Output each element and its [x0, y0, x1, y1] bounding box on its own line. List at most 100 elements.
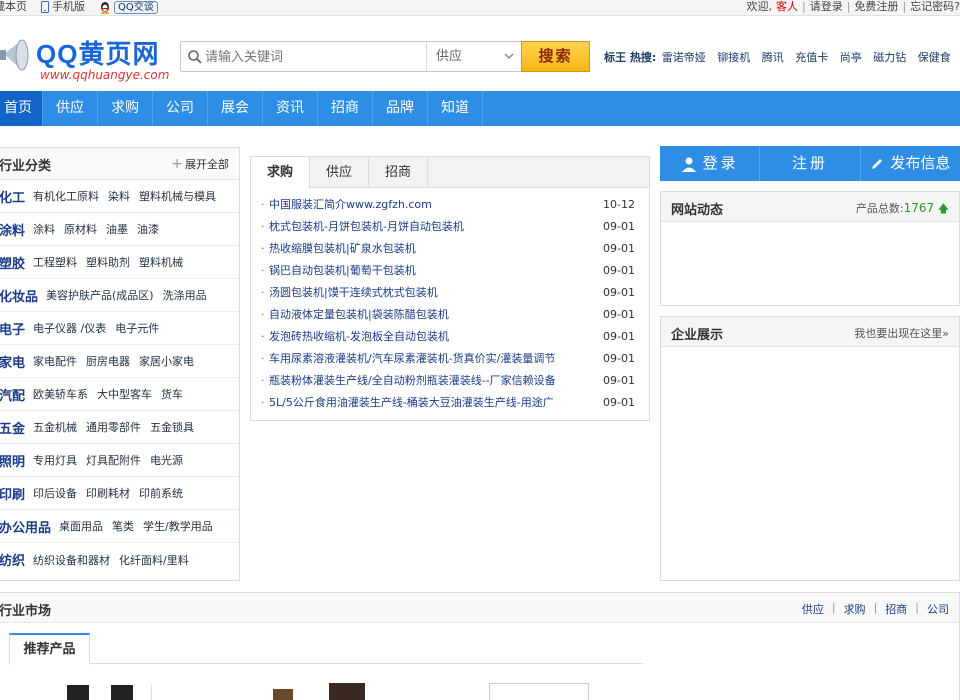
expand-all-button[interactable]: + 展开全部: [171, 156, 229, 172]
category-sub-link[interactable]: 厨房电器: [86, 353, 130, 369]
product-thumbnail[interactable]: [67, 685, 89, 700]
category-main-link[interactable]: 化妆品: [0, 286, 38, 305]
category-sub-link[interactable]: 电子仪器 /仪表: [33, 320, 106, 336]
forgot-password-link[interactable]: 忘记密码?: [910, 0, 960, 14]
tab-purchase[interactable]: 求购: [251, 157, 310, 189]
nav-investment[interactable]: 招商: [318, 91, 373, 126]
category-sub-link[interactable]: 通用零部件: [86, 419, 141, 435]
category-main-link[interactable]: 纺织: [0, 550, 25, 569]
category-sub-link[interactable]: 塑料机械与模具: [139, 188, 216, 204]
nav-supply[interactable]: 供应: [43, 91, 98, 126]
product-thumbnail[interactable]: [111, 685, 133, 700]
category-sub-link[interactable]: 家居小家电: [139, 353, 194, 369]
listing-link[interactable]: 中国服装汇简介www.zgfzh.com: [269, 194, 587, 216]
listing-link[interactable]: 汤圆包装机|馍干连续式枕式包装机: [269, 282, 587, 304]
hot-item[interactable]: 尚亭: [840, 51, 862, 64]
hot-item[interactable]: 腾讯: [762, 51, 784, 64]
category-main-link[interactable]: 家电: [0, 352, 25, 371]
category-main-link[interactable]: 塑胶: [0, 253, 25, 272]
hot-item[interactable]: 铆接机: [717, 51, 750, 64]
nav-purchase[interactable]: 求购: [98, 91, 153, 126]
nav-news[interactable]: 资讯: [263, 91, 318, 126]
category-sub-link[interactable]: 有机化工原料: [33, 188, 99, 204]
category-main-link[interactable]: 化工: [0, 187, 25, 206]
category-sub-link[interactable]: 美容护肤产品(成品区): [46, 287, 154, 303]
category-sub-link[interactable]: 纺织设备和器材: [33, 552, 110, 568]
listing-link[interactable]: 枕式包装机-月饼包装机-月饼自动包装机: [269, 216, 587, 238]
tab-recommended-products[interactable]: 推荐产品: [9, 633, 90, 665]
category-sub-link[interactable]: 油漆: [137, 221, 159, 237]
category-sub-link[interactable]: 笔类: [112, 518, 134, 534]
market-link-investment[interactable]: 招商: [885, 601, 907, 617]
login-link[interactable]: 请登录: [810, 0, 843, 14]
market-link-purchase[interactable]: 求购: [844, 601, 866, 617]
category-sub-link[interactable]: 家电配件: [33, 353, 77, 369]
category-sub-link[interactable]: 染料: [108, 188, 130, 204]
category-main-link[interactable]: 涂料: [0, 220, 25, 239]
category-main-link[interactable]: 汽配: [0, 385, 25, 404]
category-sub-link[interactable]: 塑料助剂: [86, 254, 130, 270]
publish-button[interactable]: 发布信息: [861, 146, 960, 181]
search-input[interactable]: [205, 46, 420, 68]
product-thumbnail[interactable]: [489, 683, 589, 700]
market-link-company[interactable]: 公司: [927, 601, 949, 617]
category-main-link[interactable]: 照明: [0, 451, 25, 470]
site-logo[interactable]: QQ黄页网 www.qqhuangye.com: [0, 28, 180, 88]
nav-exhibition[interactable]: 展会: [208, 91, 263, 126]
hot-item[interactable]: 充值卡: [795, 51, 828, 64]
category-sub-link[interactable]: 五金机械: [33, 419, 77, 435]
category-sub-link[interactable]: 印前系统: [139, 485, 183, 501]
listing-link[interactable]: 热收缩膜包装机|矿泉水包装机: [269, 238, 587, 260]
guest-link[interactable]: 客人: [776, 0, 798, 14]
mobile-link[interactable]: 手机版: [41, 0, 85, 14]
bookmark-link[interactable]: 藏本页: [0, 0, 27, 14]
category-sub-link[interactable]: 洗涤用品: [163, 287, 207, 303]
category-sub-link[interactable]: 五金锁具: [150, 419, 194, 435]
category-main-link[interactable]: 办公用品: [0, 517, 51, 536]
category-sub-link[interactable]: 专用灯具: [33, 452, 77, 468]
category-sub-link[interactable]: 欧美轿车系: [33, 386, 88, 402]
listing-link[interactable]: 发泡砖热收缩机-发泡板全自动包装机: [269, 326, 587, 348]
category-sub-link[interactable]: 印后设备: [33, 485, 77, 501]
category-main-link[interactable]: 五金: [0, 418, 25, 437]
register-link[interactable]: 免费注册: [854, 0, 898, 14]
category-sub-link[interactable]: 印刷耗材: [86, 485, 130, 501]
listing-link[interactable]: 车用尿素溶液灌装机/汽车尿素灌装机-货真价实/灌装量调节: [269, 348, 587, 370]
nav-company[interactable]: 公司: [153, 91, 208, 126]
listing-link[interactable]: 自动液体定量包装机|袋装陈醋包装机: [269, 304, 587, 326]
category-sub-link[interactable]: 大中型客车: [97, 386, 152, 402]
listing-link[interactable]: 5L/5公斤食用油灌装生产线-桶装大豆油灌装生产线-用途广: [269, 392, 587, 414]
listing-link[interactable]: 锅巴自动包装机|葡萄干包装机: [269, 260, 587, 282]
hot-item[interactable]: 雷诺帝娅: [662, 51, 706, 64]
category-sub-link[interactable]: 桌面用品: [59, 518, 103, 534]
nav-know[interactable]: 知道: [428, 91, 483, 126]
search-category-select[interactable]: 供应: [426, 42, 522, 71]
login-button[interactable]: 登录: [660, 146, 761, 181]
hot-item[interactable]: 磁力钻: [873, 51, 906, 64]
category-sub-link[interactable]: 电光源: [150, 452, 183, 468]
product-thumbnail[interactable]: [329, 683, 365, 700]
category-main-link[interactable]: 电子: [0, 319, 25, 338]
tab-supply[interactable]: 供应: [310, 157, 369, 188]
category-sub-link[interactable]: 原材料: [64, 221, 97, 237]
search-button[interactable]: 搜索: [521, 41, 590, 72]
tab-investment[interactable]: 招商: [369, 157, 428, 188]
category-sub-link[interactable]: 工程塑料: [33, 254, 77, 270]
category-main-link[interactable]: 印刷: [0, 484, 25, 503]
category-sub-link[interactable]: 油墨: [106, 221, 128, 237]
product-thumbnail[interactable]: [273, 689, 293, 700]
category-sub-link[interactable]: 电子元件: [115, 320, 159, 336]
category-sub-link[interactable]: 学生/教学用品: [143, 518, 213, 534]
qq-chat-link[interactable]: QQ交谈: [99, 0, 158, 14]
nav-brand[interactable]: 品牌: [373, 91, 428, 126]
listing-link[interactable]: 瓶装粉体灌装生产线/全自动粉剂瓶装灌装线--厂家信赖设备: [269, 370, 587, 392]
register-button[interactable]: 注册: [760, 146, 861, 181]
hot-item[interactable]: 保健食: [918, 51, 951, 64]
market-link-supply[interactable]: 供应: [802, 601, 824, 617]
showcase-join-link[interactable]: 我也要出现在这里»: [854, 325, 949, 341]
category-sub-link[interactable]: 货车: [161, 386, 183, 402]
category-sub-link[interactable]: 灯具配附件: [86, 452, 141, 468]
category-sub-link[interactable]: 化纤面料/里料: [119, 552, 189, 568]
category-sub-link[interactable]: 塑料机械: [139, 254, 183, 270]
nav-home[interactable]: 首页: [0, 91, 43, 126]
